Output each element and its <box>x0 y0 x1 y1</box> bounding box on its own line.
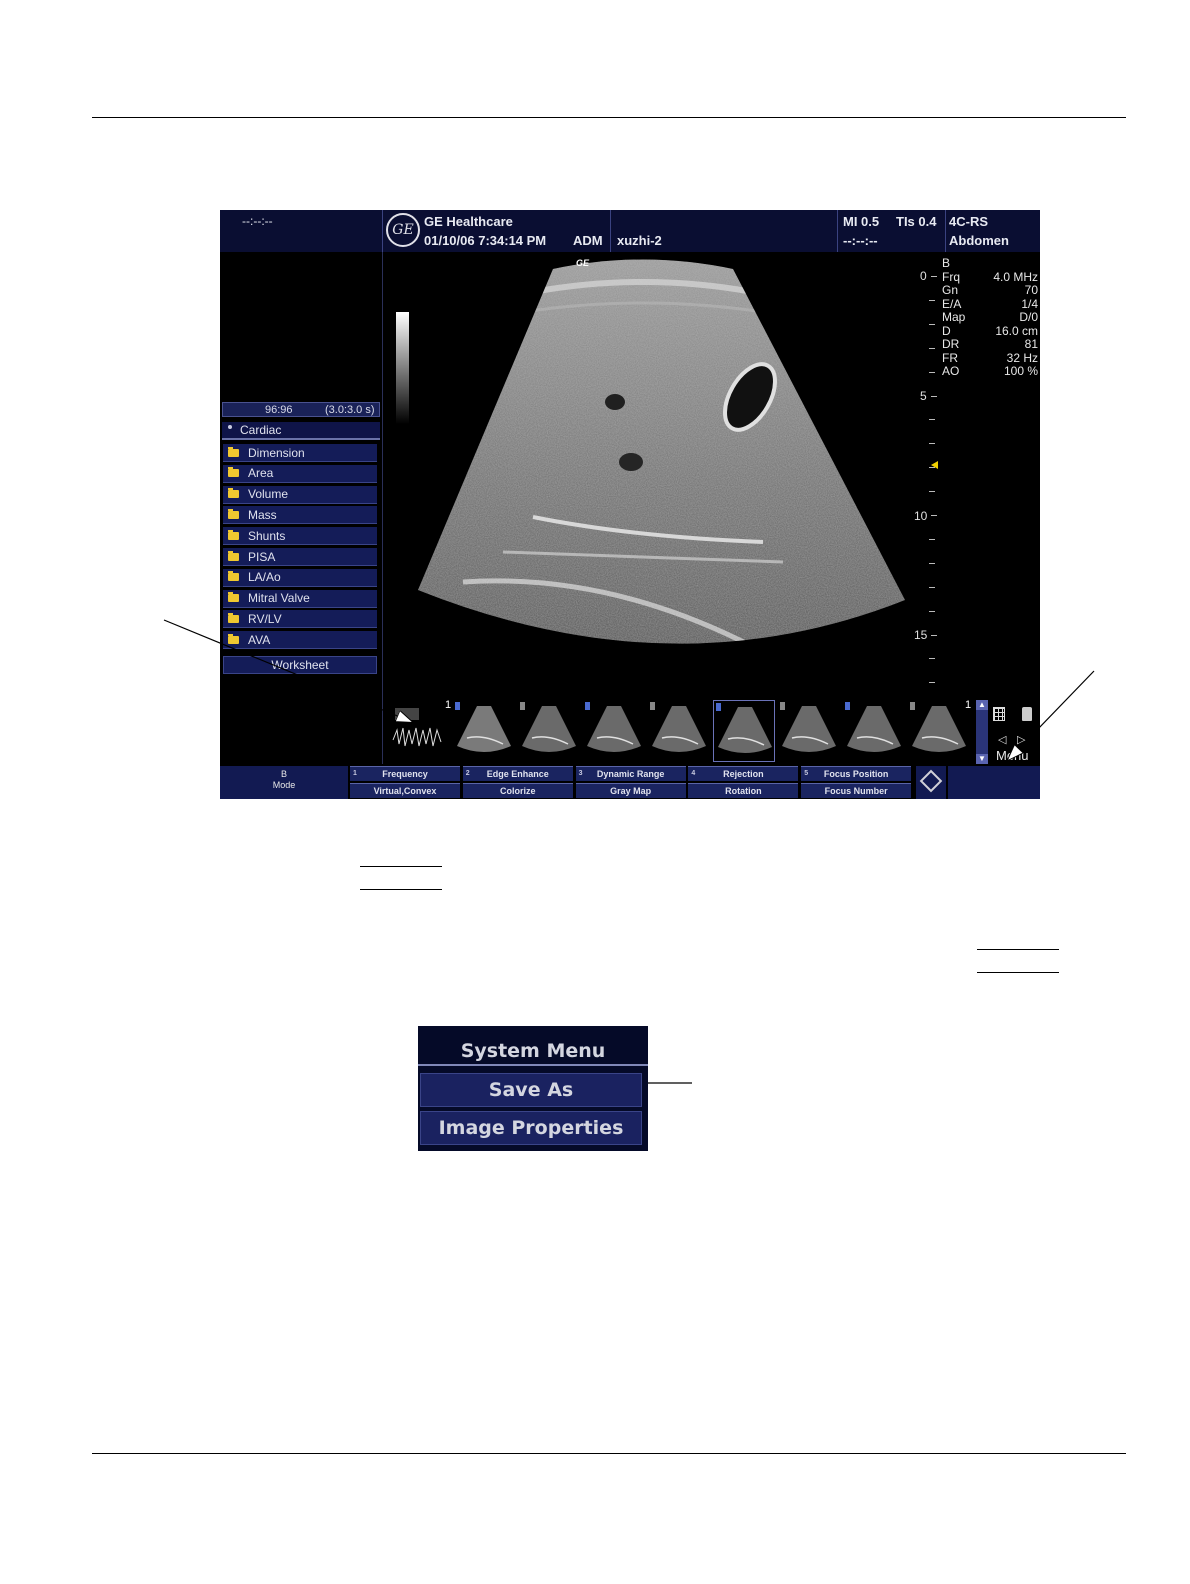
cross-reference-link[interactable] <box>977 972 1059 973</box>
menu-callout-arrow <box>1008 670 1095 760</box>
save-as-button[interactable]: Save As <box>420 1073 642 1107</box>
cross-reference-link[interactable] <box>360 889 442 890</box>
system-menu-title: System Menu <box>418 1040 648 1066</box>
thumbnail-callout-arrow <box>163 619 412 722</box>
image-properties-button[interactable]: Image Properties <box>420 1111 642 1145</box>
system-menu: System Menu Save As Image Properties <box>418 1026 648 1151</box>
callout-arrows <box>163 619 1095 1584</box>
cross-reference-link[interactable] <box>360 866 442 867</box>
cross-reference-link[interactable] <box>977 949 1059 950</box>
